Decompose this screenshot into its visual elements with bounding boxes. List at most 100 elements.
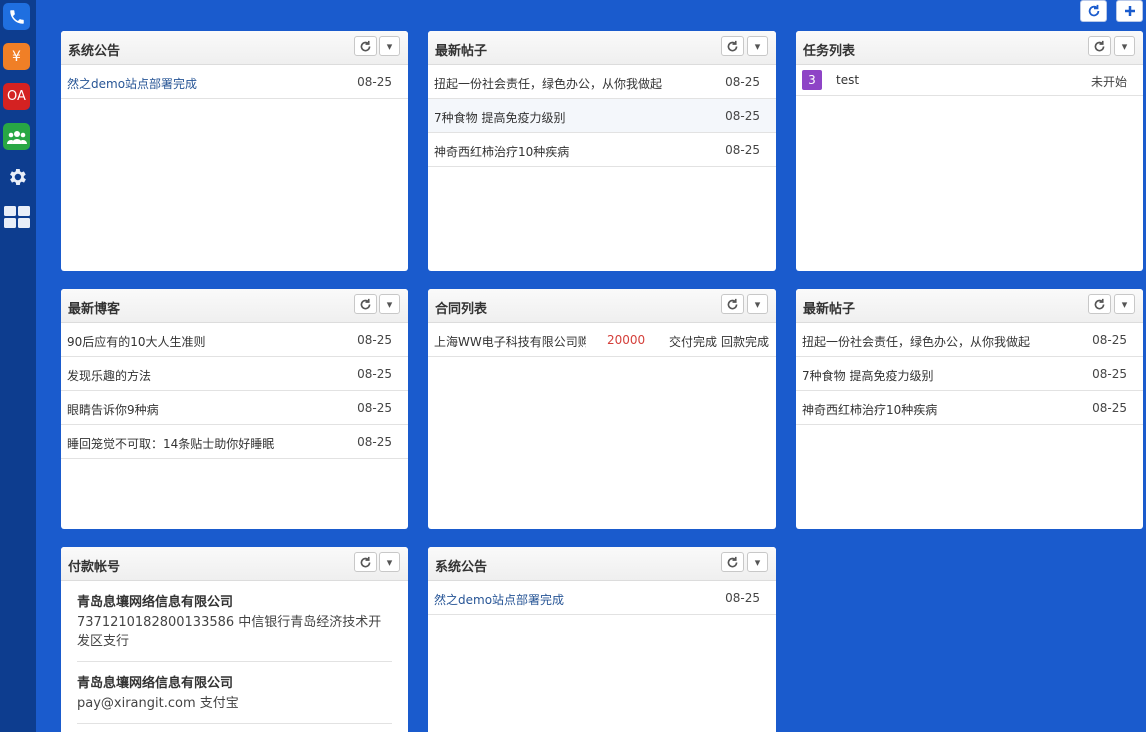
panel-menu-button[interactable]: ▾ (379, 294, 400, 314)
panel-title: 系统公告 (435, 560, 488, 575)
item-title[interactable]: 7种食物 提高免疫力级别 (434, 109, 565, 126)
panel-menu-button[interactable]: ▾ (747, 552, 768, 572)
item-title[interactable]: 神奇西红柿治疗10种疾病 (802, 401, 937, 418)
list-item[interactable]: 扭起一份社会责任，绿色办公，从你我做起 08-25 (428, 65, 776, 99)
item-title[interactable]: 然之demo站点部署完成 (67, 75, 197, 92)
contract-amount: 20000 (607, 333, 646, 347)
list-item[interactable]: 眼睛告诉你9种病 08-25 (61, 391, 408, 425)
account-item: 青岛息壤网络信息有限公司 pay@xirangit.com 支付宝 (77, 662, 392, 724)
list-item[interactable]: 扭起一份社会责任，绿色办公，从你我做起 08-25 (796, 323, 1143, 357)
panel-header: 付款帐号 ▾ (61, 547, 408, 581)
account-list: 青岛息壤网络信息有限公司 7371210182800133586 中信银行青岛经… (61, 581, 408, 724)
panel-menu-button[interactable]: ▾ (379, 36, 400, 56)
refresh-icon (727, 556, 738, 567)
settings-app-button[interactable] (3, 163, 30, 190)
task-status: 未开始 (1090, 75, 1127, 89)
item-title[interactable]: 扭起一份社会责任，绿色办公，从你我做起 (802, 333, 1030, 350)
refresh-icon (1094, 40, 1105, 51)
item-date: 08-25 (357, 435, 392, 449)
caret-down-icon: ▾ (1121, 297, 1128, 311)
panel-menu-button[interactable]: ▾ (379, 552, 400, 572)
contract-delivery-status: 交付完成 (669, 335, 718, 349)
item-date: 08-25 (1092, 367, 1127, 381)
list-item[interactable]: 7种食物 提高免疫力级别 08-25 (428, 99, 776, 133)
panel-title: 付款帐号 (68, 560, 121, 575)
refresh-all-button[interactable] (1080, 0, 1107, 22)
item-title[interactable]: 神奇西红柿治疗10种疾病 (434, 143, 569, 160)
list-item[interactable]: 7种食物 提高免疫力级别 08-25 (796, 357, 1143, 391)
panel-contract-list: 合同列表 ▾ 上海WW电子科技有限公司购 20000 交付完成 回款完成 (428, 289, 776, 529)
panel-header: 最新帖子 ▾ (796, 289, 1143, 323)
gear-icon (9, 168, 26, 185)
item-title[interactable]: 7种食物 提高免疫力级别 (802, 367, 933, 384)
task-priority-badge: 3 (802, 70, 822, 90)
contract-payment-status: 回款完成 (721, 335, 770, 349)
list-item[interactable]: 发现乐趣的方法 08-25 (61, 357, 408, 391)
panel-refresh-button[interactable] (721, 36, 744, 56)
caret-down-icon: ▾ (754, 39, 761, 53)
panel-announcements-2: 系统公告 ▾ 然之demo站点部署完成 08-25 (428, 547, 776, 732)
list-item[interactable]: 睡回笼觉不可取：14条贴士助你好睡眠 08-25 (61, 425, 408, 459)
panel-refresh-button[interactable] (1088, 36, 1111, 56)
finance-app-button[interactable]: ¥ (3, 43, 30, 70)
list-item[interactable]: 然之demo站点部署完成 08-25 (428, 581, 776, 615)
contract-row[interactable]: 上海WW电子科技有限公司购 20000 交付完成 回款完成 (428, 323, 776, 357)
panel-header: 系统公告 ▾ (61, 31, 408, 65)
panel-refresh-button[interactable] (354, 36, 377, 56)
panel-menu-button[interactable]: ▾ (747, 294, 768, 314)
item-title[interactable]: 然之demo站点部署完成 (434, 591, 564, 608)
refresh-icon (727, 40, 738, 51)
panel-refresh-button[interactable] (721, 294, 744, 314)
item-title[interactable]: 90后应有的10大人生准则 (67, 333, 206, 350)
caret-down-icon: ▾ (386, 297, 393, 311)
panel-refresh-button[interactable] (721, 552, 744, 572)
caret-down-icon: ▾ (1121, 39, 1128, 53)
item-title[interactable]: 发现乐趣的方法 (67, 367, 151, 384)
refresh-icon (360, 556, 371, 567)
add-block-button[interactable] (1116, 0, 1143, 22)
panel-latest-posts-2: 最新帖子 ▾ 扭起一份社会责任，绿色办公，从你我做起 08-25 7种食物 提高… (796, 289, 1143, 529)
list-item[interactable]: 神奇西红柿治疗10种疾病 08-25 (428, 133, 776, 167)
item-title[interactable]: 扭起一份社会责任，绿色办公，从你我做起 (434, 75, 662, 92)
apps-grid-button[interactable] (3, 203, 30, 230)
panel-menu-button[interactable]: ▾ (1114, 36, 1135, 56)
item-date: 08-25 (1092, 401, 1127, 415)
sidebar: ¥ OA (0, 0, 36, 732)
account-name: 青岛息壤网络信息有限公司 (77, 676, 234, 691)
account-detail: 7371210182800133586 中信银行青岛经济技术开发区支行 (77, 615, 382, 649)
task-row[interactable]: 3 test 未开始 (796, 65, 1143, 96)
panel-title: 最新博客 (68, 302, 121, 317)
panel-refresh-button[interactable] (354, 294, 377, 314)
contract-name[interactable]: 上海WW电子科技有限公司购 (434, 333, 586, 350)
panel-header: 系统公告 ▾ (428, 547, 776, 581)
panel-refresh-button[interactable] (1088, 294, 1111, 314)
refresh-icon (1094, 298, 1105, 309)
panel-refresh-button[interactable] (354, 552, 377, 572)
item-title[interactable]: 睡回笼觉不可取：14条贴士助你好睡眠 (67, 435, 274, 452)
refresh-icon (727, 298, 738, 309)
account-item: 青岛息壤网络信息有限公司 7371210182800133586 中信银行青岛经… (77, 581, 392, 662)
item-date: 08-25 (357, 401, 392, 415)
list-item[interactable]: 神奇西红柿治疗10种疾病 08-25 (796, 391, 1143, 425)
panel-header: 任务列表 ▾ (796, 31, 1143, 65)
caret-down-icon: ▾ (754, 297, 761, 311)
yen-icon: ¥ (12, 48, 21, 65)
panel-task-list: 任务列表 ▾ 3 test 未开始 (796, 31, 1143, 271)
users-icon (6, 130, 27, 144)
phone-app-button[interactable] (3, 3, 30, 30)
panel-menu-button[interactable]: ▾ (1114, 294, 1135, 314)
list-item[interactable]: 90后应有的10大人生准则 08-25 (61, 323, 408, 357)
panel-title: 合同列表 (435, 302, 488, 317)
account-name: 青岛息壤网络信息有限公司 (77, 595, 234, 610)
item-title[interactable]: 眼睛告诉你9种病 (67, 401, 159, 418)
item-date: 08-25 (725, 591, 760, 605)
panel-menu-button[interactable]: ▾ (747, 36, 768, 56)
plus-icon (1124, 6, 1135, 16)
oa-app-button[interactable]: OA (3, 83, 30, 110)
panel-title: 最新帖子 (803, 302, 856, 317)
team-app-button[interactable] (3, 123, 30, 150)
phone-icon (9, 9, 24, 24)
panel-header: 最新帖子 ▾ (428, 31, 776, 65)
task-name[interactable]: test (836, 73, 859, 87)
list-item[interactable]: 然之demo站点部署完成 08-25 (61, 65, 408, 99)
